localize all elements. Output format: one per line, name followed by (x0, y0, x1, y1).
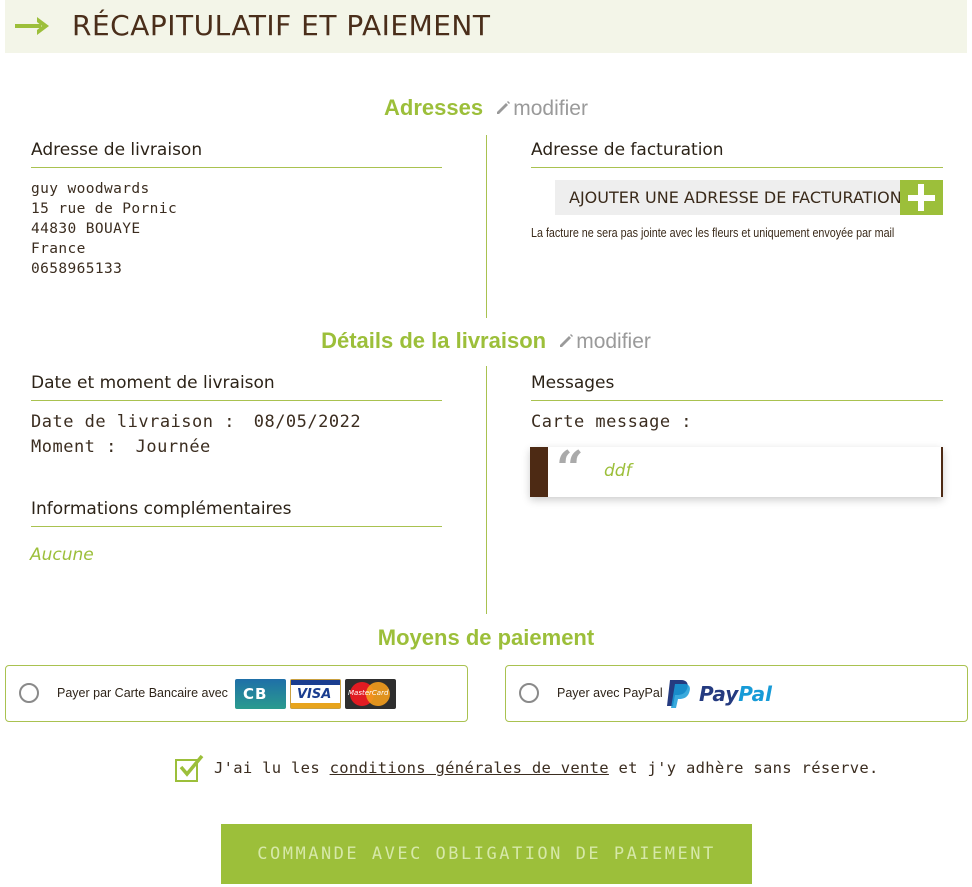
pencil-icon (497, 101, 511, 114)
address-line: guy woodwards (31, 181, 150, 197)
addresses-modify-link[interactable]: modifier (489, 95, 588, 120)
page-title: RÉCAPITULATIF ET PAIEMENT (72, 9, 491, 42)
terms-suffix: et j'y adhère sans réserve. (608, 759, 879, 777)
pay-card-label: Payer par Carte Bancaire avec (57, 686, 228, 700)
address-line: 0658965133 (31, 261, 123, 277)
plus-icon (900, 180, 943, 215)
paypal-text-pay: Pay (699, 682, 739, 706)
pay-card-radio[interactable] (19, 683, 39, 703)
cb-logo-text: CB (243, 685, 268, 703)
card-message-value: ddf (604, 461, 632, 481)
messages-heading: Messages (531, 373, 943, 401)
address-line: 15 rue de Pornic (31, 201, 178, 217)
submit-order-button[interactable]: COMMANDE AVEC OBLIGATION DE PAIEMENT (221, 824, 752, 884)
delivery-date-heading: Date et moment de livraison (31, 373, 442, 401)
visa-card-icon: VISA (290, 679, 341, 709)
cb-card-icon: CB (235, 679, 286, 709)
pencil-icon (560, 334, 574, 347)
delivery-moment-row: Moment : Journée (31, 437, 211, 457)
quote-icon: “ (556, 441, 584, 497)
payment-section-title: Moyens de paiement (0, 625, 972, 651)
terms-link[interactable]: conditions générales de vente (330, 759, 609, 777)
add-billing-address-button[interactable]: AJOUTER UNE ADRESSE DE FACTURATION (555, 180, 943, 215)
additional-info-heading: Informations complémentaires (31, 499, 442, 527)
delivery-address-heading: Adresse de livraison (31, 140, 442, 168)
addresses-modify-label: modifier (513, 97, 588, 120)
delivery-moment-value: Journée (135, 437, 211, 457)
visa-logo-text: VISA (297, 687, 332, 702)
address-line: 44830 BOUAYE (31, 221, 141, 237)
paypal-p-icon (667, 680, 690, 708)
mastercard-icon: MasterCard (345, 679, 396, 709)
column-divider (486, 366, 487, 614)
card-message-box: “ ddf (530, 441, 943, 497)
page-header: RÉCAPITULATIF ET PAIEMENT (5, 0, 967, 53)
terms-row: J'ai lu les conditions générales de vent… (175, 754, 878, 783)
delivery-details-modify-link[interactable]: modifier (552, 328, 651, 353)
add-billing-label: AJOUTER UNE ADRESSE DE FACTURATION (569, 188, 902, 207)
payment-title: Moyens de paiement (377, 625, 595, 650)
additional-info-value: Aucune (30, 545, 94, 565)
pay-card-option[interactable]: Payer par Carte Bancaire avec CB VISA Ma… (5, 665, 468, 722)
terms-checkbox[interactable] (175, 754, 204, 782)
paypal-text-pal: Pal (738, 682, 773, 706)
delivery-moment-label: Moment : (31, 437, 117, 457)
card-message-label: Carte message : (531, 412, 693, 432)
addresses-section-title: Adresses modifier (0, 95, 972, 121)
pay-paypal-radio[interactable] (519, 683, 539, 703)
addresses-title: Adresses (384, 95, 484, 120)
delivery-details-title: Détails de la livraison (321, 328, 547, 353)
checkmark-icon (179, 754, 204, 777)
column-divider (486, 135, 487, 318)
terms-text: J'ai lu les conditions générales de vent… (214, 759, 879, 777)
terms-prefix: J'ai lu les (214, 759, 330, 777)
delivery-date-row: Date de livraison : 08/05/2022 (31, 412, 361, 432)
delivery-date-value: 08/05/2022 (253, 412, 362, 432)
address-line: France (31, 241, 86, 257)
delivery-date-label: Date de livraison : (31, 412, 235, 432)
delivery-details-modify-label: modifier (576, 330, 651, 353)
pay-paypal-option[interactable]: Payer avec PayPal PayPal (505, 665, 968, 722)
delivery-address: guy woodwards 15 rue de Pornic 44830 BOU… (31, 179, 177, 279)
delivery-details-section-title: Détails de la livraison modifier (0, 328, 972, 354)
arrow-right-icon (15, 17, 49, 35)
billing-note: La facture ne sera pas jointe avec les f… (531, 226, 895, 240)
pay-paypal-label: Payer avec PayPal (557, 686, 663, 700)
mastercard-logo-text: MasterCard (348, 689, 389, 697)
billing-address-heading: Adresse de facturation (531, 140, 943, 168)
